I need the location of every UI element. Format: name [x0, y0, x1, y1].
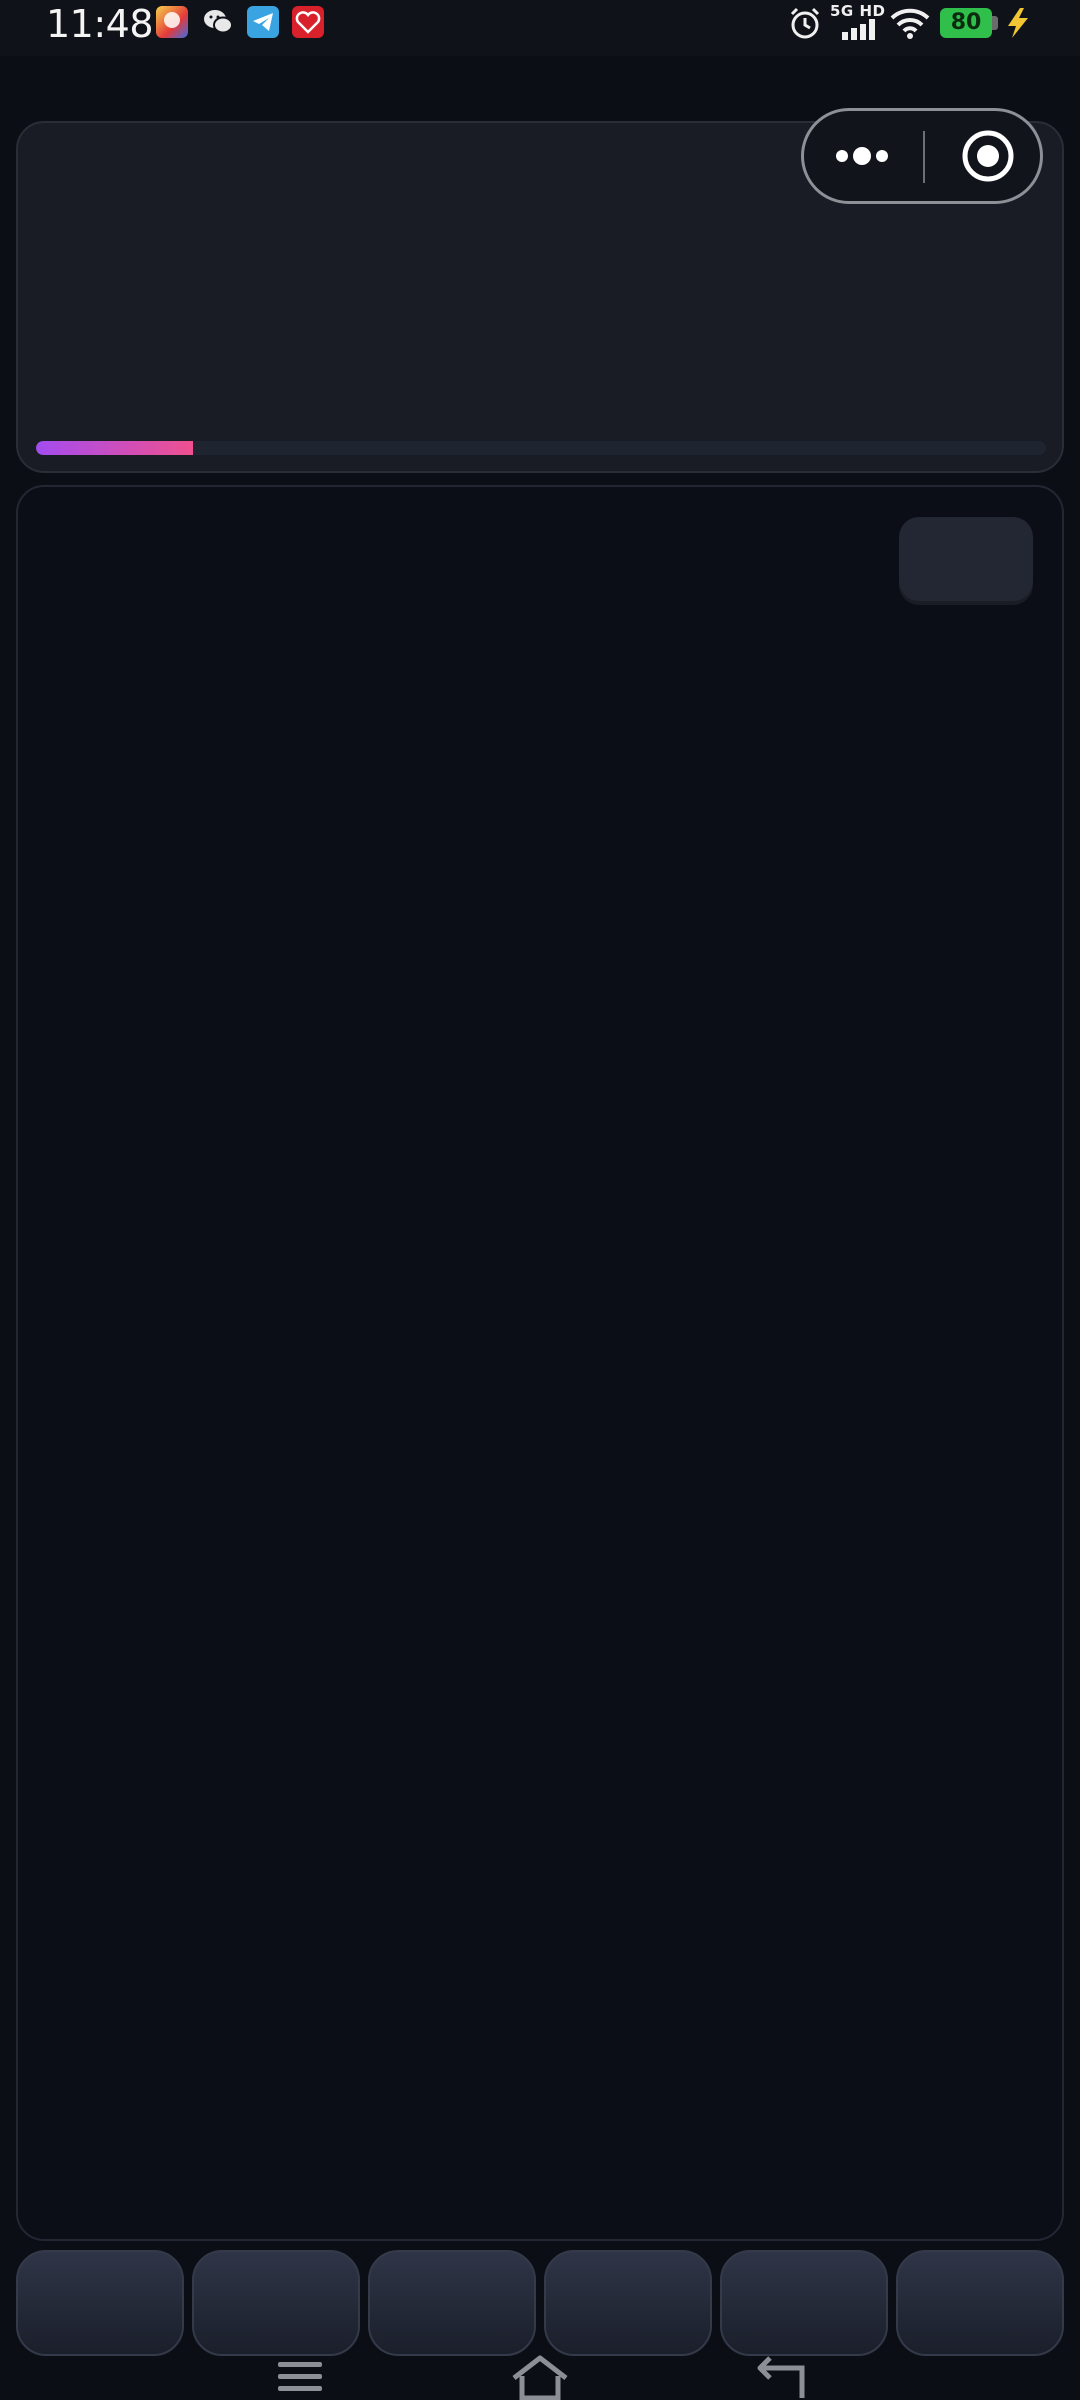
menu-icon[interactable] [276, 2352, 324, 2400]
battery-cap [992, 16, 998, 30]
wechat-icon [202, 6, 234, 38]
close-target-icon [962, 130, 1014, 182]
app-screen: 11:48 5G HD 80 [0, 0, 1080, 2400]
tab-button-5[interactable] [720, 2250, 888, 2356]
back-icon[interactable] [752, 2352, 808, 2400]
system-navigation-bar [0, 2352, 1080, 2400]
tab-button-2[interactable] [192, 2250, 360, 2356]
game-app-icon [156, 6, 188, 38]
status-bar: 11:48 5G HD 80 [0, 0, 1080, 56]
bottom-tab-bar [0, 2250, 1080, 2360]
tab-button-6[interactable] [896, 2250, 1064, 2356]
mini-program-capsule [801, 108, 1043, 204]
tab-button-3[interactable] [368, 2250, 536, 2356]
corner-button[interactable] [899, 517, 1033, 601]
alarm-icon [788, 6, 822, 40]
telegram-icon [247, 6, 279, 38]
more-button[interactable] [804, 111, 922, 201]
main-panel [16, 485, 1064, 2241]
charging-icon [1002, 6, 1032, 40]
signal-icon [840, 18, 880, 40]
tab-button-1[interactable] [16, 2250, 184, 2356]
tab-button-4[interactable] [544, 2250, 712, 2356]
close-button[interactable] [926, 111, 1042, 201]
wifi-icon [890, 8, 930, 40]
red-app-icon [292, 6, 324, 38]
more-dots-icon [836, 147, 888, 165]
progress-fill [36, 441, 193, 455]
status-time: 11:48 [46, 2, 154, 46]
battery-icon: 80 [940, 8, 992, 38]
home-icon[interactable] [510, 2352, 570, 2400]
capsule-divider [923, 131, 925, 183]
progress-bar [36, 441, 1046, 455]
